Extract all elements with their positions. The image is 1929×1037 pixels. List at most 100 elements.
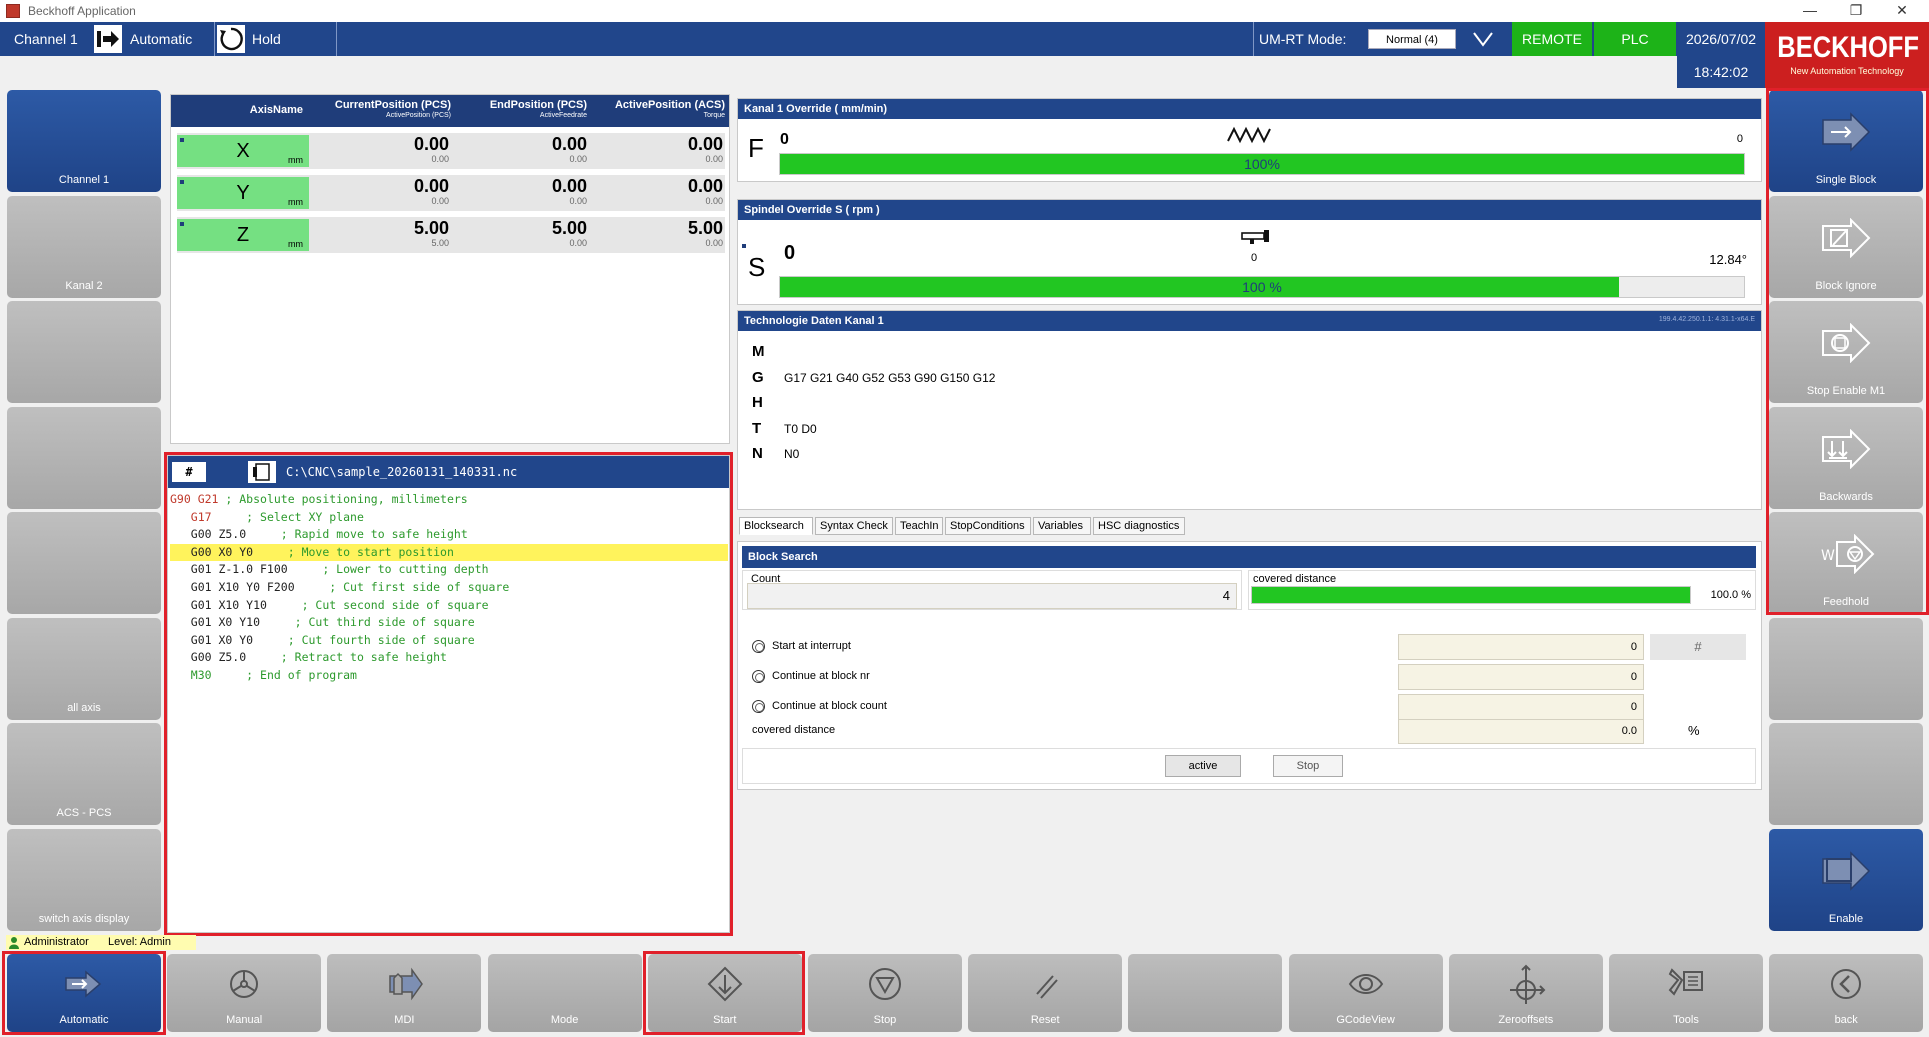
block-search-panel: Block Search Count 4 covered distance 10… xyxy=(737,541,1762,790)
manual-icon xyxy=(224,964,264,1004)
option-input[interactable]: 0 xyxy=(1398,694,1644,720)
side-button-label: all axis xyxy=(67,701,101,714)
bottom-button-mode[interactable]: Mode xyxy=(487,954,642,1032)
maximize-button[interactable]: ❐ xyxy=(1833,0,1879,22)
close-button[interactable]: ✕ xyxy=(1879,0,1925,22)
axis-current-sub: 5.00 xyxy=(431,238,449,248)
bottom-button-gcodeview[interactable]: GCodeView xyxy=(1288,954,1443,1032)
tech-key-m: M xyxy=(752,343,765,360)
feed-override-bar[interactable]: 100% xyxy=(779,153,1745,175)
program-code: G01 X0 Y10 xyxy=(170,615,261,630)
program-line[interactable]: G01 X10 Y0 F200 ; Cut first side of squa… xyxy=(170,579,728,597)
window-titlebar: Beckhoff Application — ❐ ✕ xyxy=(0,0,1929,22)
tools-icon xyxy=(1666,964,1706,1004)
program-line[interactable]: G00 Z5.0 ; Rapid move to safe height xyxy=(170,526,728,544)
option-input[interactable]: 0 xyxy=(1398,664,1644,690)
bottom-button-tools[interactable]: Tools xyxy=(1609,954,1763,1032)
right-button-empty-5[interactable] xyxy=(1769,617,1923,720)
bottom-button-reset[interactable]: Reset xyxy=(968,954,1123,1032)
program-line[interactable]: G01 X0 Y10 ; Cut third side of square xyxy=(170,614,728,632)
radio-start-at-interrupt[interactable] xyxy=(752,640,765,653)
program-line[interactable]: G00 X0 Y0 ; Move to start position xyxy=(170,543,728,562)
block-search-title: Block Search xyxy=(742,546,1756,568)
tab-blocksearch[interactable]: Blocksearch xyxy=(739,517,813,535)
program-comment: ; Retract to safe height xyxy=(253,650,447,665)
right-button-empty-6[interactable] xyxy=(1769,723,1923,825)
bottom-button-mdi[interactable]: MDI xyxy=(327,954,482,1032)
side-button-all-axis[interactable]: all axis xyxy=(7,617,161,720)
chevron-down-icon[interactable] xyxy=(1471,28,1495,50)
axis-end-sub: 0.00 xyxy=(569,154,587,164)
program-code: G00 X0 Y0 xyxy=(170,544,254,559)
tab-teachin[interactable]: TeachIn xyxy=(895,517,943,535)
right-button-feedhold[interactable]: W Feedhold xyxy=(1769,512,1923,614)
axis-current-sub: 0.00 xyxy=(431,196,449,206)
bottom-button-back[interactable]: back xyxy=(1769,954,1924,1032)
side-button-switch-axis-display[interactable]: switch axis display xyxy=(7,828,161,931)
axis-name-cell: Zmm xyxy=(177,219,309,251)
program-line[interactable]: G00 Z5.0 ; Retract to safe height xyxy=(170,649,728,667)
bottom-button-start[interactable]: Start xyxy=(647,954,802,1032)
option-label: Continue at block count xyxy=(772,700,887,712)
col-end-position: EndPosition (PCS) xyxy=(489,99,587,111)
date-display: 2026/07/02 xyxy=(1677,22,1765,56)
file-icon[interactable] xyxy=(248,461,276,483)
right-button-enable[interactable]: Enable xyxy=(1769,828,1923,931)
axis-active-value: 5.00 xyxy=(687,218,723,238)
right-button-single-block[interactable]: Single Block xyxy=(1769,90,1923,192)
program-line[interactable]: G01 X10 Y10 ; Cut second side of square xyxy=(170,597,728,615)
program-line[interactable]: G90 G21 ; Absolute positioning, millimet… xyxy=(170,491,728,509)
side-button-kanal-2[interactable]: Kanal 2 xyxy=(7,195,161,298)
active-button[interactable]: active xyxy=(1165,755,1241,777)
covered-distance-input[interactable]: 0.0 xyxy=(1398,718,1644,744)
user-icon xyxy=(9,937,19,949)
tab-variables[interactable]: Variables xyxy=(1033,517,1091,535)
side-button-acs-pcs[interactable]: ACS - PCS xyxy=(7,723,161,825)
program-line[interactable]: M30 ; End of program xyxy=(170,667,728,685)
program-line[interactable]: G17 ; Select XY plane xyxy=(170,509,728,527)
side-button-empty-4[interactable] xyxy=(7,512,161,614)
side-button-channel-1[interactable]: Channel 1 xyxy=(7,90,161,192)
separator xyxy=(1253,22,1254,56)
option-input[interactable]: 0 xyxy=(1398,634,1644,660)
user-level: Level: Admin xyxy=(108,936,171,948)
stop-search-button[interactable]: Stop xyxy=(1273,755,1343,777)
side-button-empty-2[interactable] xyxy=(7,301,161,403)
program-line[interactable]: G01 X0 Y0 ; Cut fourth side of square xyxy=(170,632,728,650)
right-button-backwards[interactable]: Backwards xyxy=(1769,406,1923,509)
block-number-toggle[interactable]: # xyxy=(172,462,206,482)
bottom-button-stop[interactable]: Stop xyxy=(808,954,962,1032)
bottom-button-zerooffsets[interactable]: Zerooffsets xyxy=(1448,954,1603,1032)
tab-syntax-check[interactable]: Syntax Check xyxy=(815,517,893,535)
bottom-button-label: Zerooffsets xyxy=(1498,1014,1554,1026)
axis-active-value: 0.00 xyxy=(687,176,723,196)
bottom-button-manual[interactable]: Manual xyxy=(167,954,322,1032)
col-current-position: CurrentPosition (PCS) xyxy=(334,99,451,111)
right-button-block-ignore[interactable]: Block Ignore xyxy=(1769,195,1923,298)
distance-group: covered distance 100.0 % xyxy=(1248,570,1756,610)
side-button-label: switch axis display xyxy=(38,912,130,925)
tab-stopconditions[interactable]: StopConditions xyxy=(945,517,1031,535)
side-button-empty-3[interactable] xyxy=(7,406,161,509)
single-block-icon xyxy=(1819,112,1873,152)
umrt-select[interactable]: Normal (4) xyxy=(1368,29,1456,49)
minimize-button[interactable]: — xyxy=(1787,0,1833,22)
program-comment: ; Cut second side of square xyxy=(273,597,489,612)
feedhold-icon: W xyxy=(1819,533,1875,575)
right-button-stop-enable-m1[interactable]: Stop Enable M1 xyxy=(1769,301,1923,403)
program-comment: ; Select XY plane xyxy=(218,509,364,524)
feed-right-value: 0 xyxy=(1736,133,1743,145)
bottom-button-label: Start xyxy=(713,1014,737,1026)
bottom-button-empty-7[interactable] xyxy=(1128,954,1283,1032)
tab-hsc-diagnostics[interactable]: HSC diagnostics xyxy=(1093,517,1185,535)
spindle-override-bar[interactable]: 100 % xyxy=(779,276,1745,298)
mode-label: Automatic xyxy=(130,31,193,47)
radio-continue-at-block-nr[interactable] xyxy=(752,670,765,683)
program-code: G00 Z5.0 xyxy=(170,650,247,665)
radio-continue-at-block-count[interactable] xyxy=(752,700,765,713)
bottom-button-automatic[interactable]: Automatic xyxy=(7,954,161,1032)
spindle-center-value: 0 xyxy=(1251,252,1258,264)
zerooffset-icon xyxy=(1506,964,1546,1004)
program-line[interactable]: G01 Z-1.0 F100 ; Lower to cutting depth xyxy=(170,561,728,579)
axis-name-cell: Xmm xyxy=(177,135,309,167)
